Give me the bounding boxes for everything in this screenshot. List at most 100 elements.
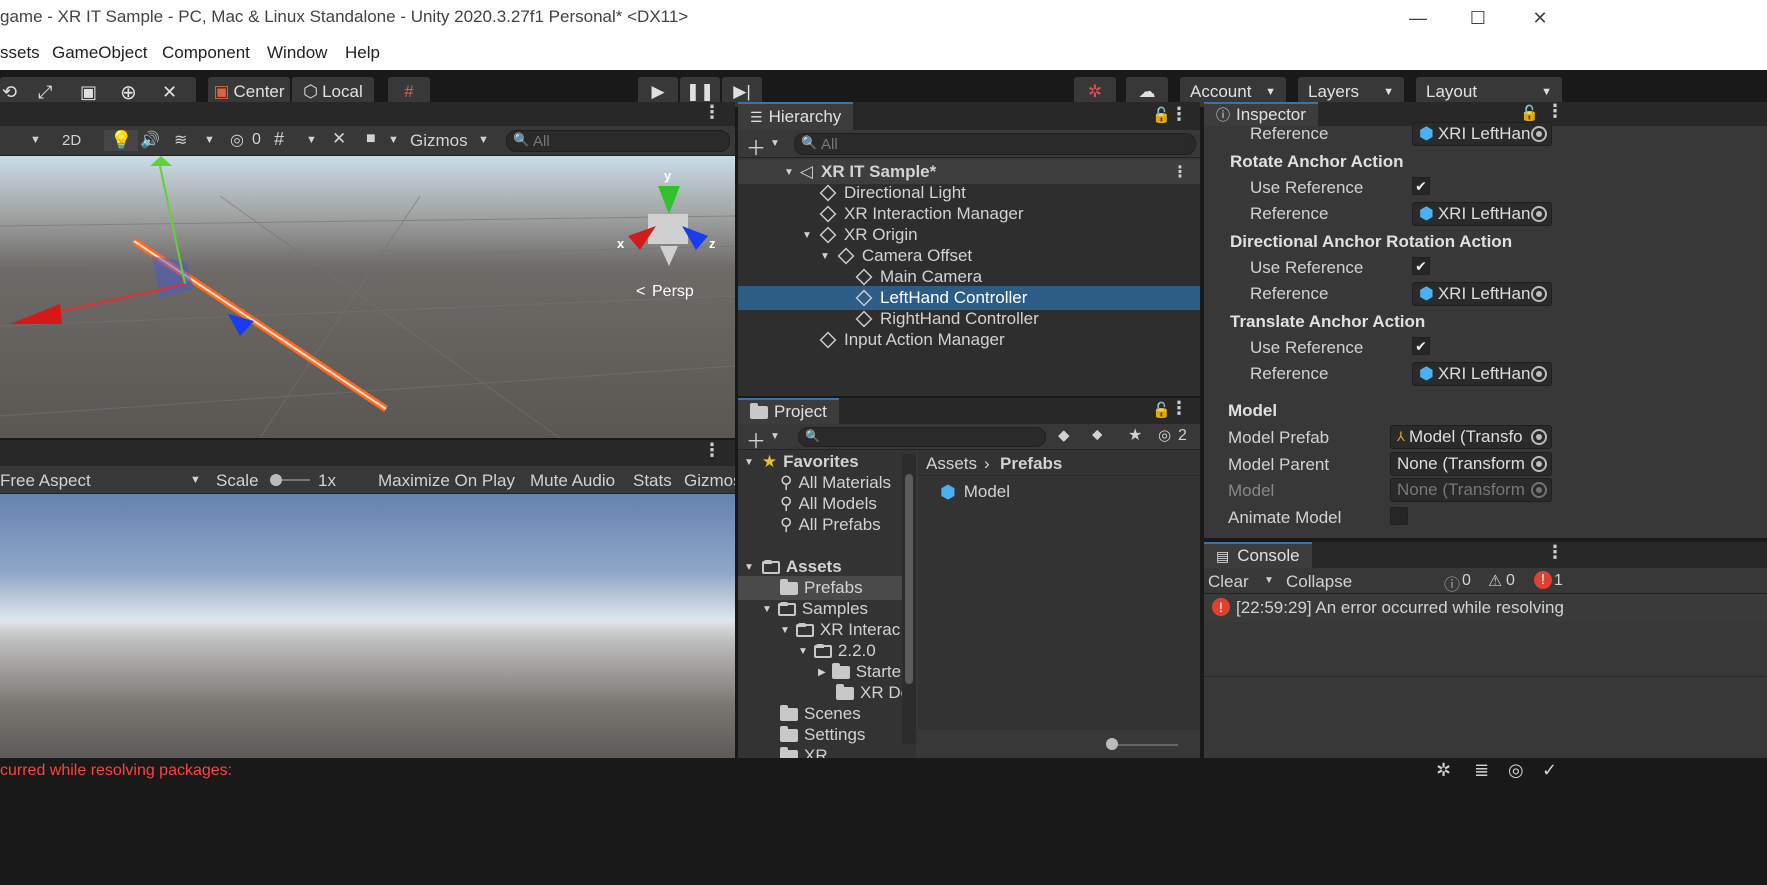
reference-object-field[interactable]: ⬢ XRI LeftHan <box>1412 362 1552 386</box>
kebab-menu-icon[interactable]: ⋮ <box>1546 542 1564 563</box>
kebab-menu-icon[interactable]: ⋮ <box>703 440 721 461</box>
maximize-button[interactable]: ☐ <box>1448 0 1508 36</box>
game-viewport[interactable] <box>0 494 735 758</box>
clear-button[interactable]: Clear <box>1208 572 1249 592</box>
menu-assets[interactable]: ssets <box>0 43 40 63</box>
object-picker-icon[interactable] <box>1531 366 1547 382</box>
object-picker-icon[interactable] <box>1531 429 1547 445</box>
perspective-text[interactable]: Persp <box>652 283 694 300</box>
game-gizmos-toggle[interactable]: Gizmos <box>684 471 735 491</box>
reference-object-field[interactable]: ⬢ XRI LeftHan <box>1412 122 1552 146</box>
object-picker-icon[interactable] <box>1531 286 1547 302</box>
kebab-menu-icon[interactable]: ⋮ <box>1172 162 1188 182</box>
inspector-tab[interactable]: ⓘ Inspector <box>1204 102 1318 126</box>
rect-tool-icon[interactable]: ▣ <box>80 82 97 103</box>
audio-toggle-icon[interactable]: 🔊 <box>140 130 160 150</box>
chevron-down-icon[interactable]: ▼ <box>306 134 317 146</box>
kebab-menu-icon[interactable]: ⋮ <box>1170 398 1188 419</box>
scale-tool-icon[interactable]: ⤢ <box>38 82 52 103</box>
grid-icon[interactable]: # <box>274 129 284 150</box>
maximize-on-play-toggle[interactable]: Maximize On Play <box>378 471 515 491</box>
perspective-label[interactable]: < <box>636 283 645 300</box>
lighting-toggle-icon[interactable]: 💡 <box>104 130 139 151</box>
filter-label-icon[interactable]: ⬥ <box>1092 426 1103 443</box>
object-picker-icon[interactable] <box>1531 206 1547 222</box>
use-reference-checkbox[interactable]: ✔ <box>1412 257 1430 275</box>
breadcrumb-prefabs[interactable]: Prefabs <box>1000 454 1062 474</box>
folder-xr[interactable]: XR <box>738 744 916 758</box>
lock-icon[interactable]: 🔓 <box>1152 401 1171 419</box>
chevron-down-icon[interactable]: ▼ <box>204 134 215 146</box>
expand-arrow-icon[interactable]: ▼ <box>744 457 754 468</box>
close-button[interactable]: ✕ <box>1510 0 1570 36</box>
console-tab[interactable]: ▤ Console <box>1204 542 1312 568</box>
menu-help[interactable]: Help <box>345 43 380 63</box>
object-picker-icon[interactable] <box>1531 456 1547 472</box>
model-prefab-field[interactable]: ⅄ Model (Transfo <box>1390 425 1552 449</box>
expand-arrow-icon[interactable]: ▼ <box>820 251 830 262</box>
transform-tool-icon[interactable]: ⊕ <box>120 80 137 105</box>
minimize-button[interactable]: — <box>1388 0 1448 36</box>
gizmos-button[interactable]: Gizmos <box>410 131 468 151</box>
aspect-dropdown[interactable]: Free Aspect <box>0 471 91 491</box>
use-reference-checkbox[interactable]: ✔ <box>1412 177 1430 195</box>
favorite-star-icon[interactable]: ★ <box>1128 425 1142 445</box>
scrollbar[interactable] <box>902 454 916 744</box>
chevron-down-icon[interactable]: ▼ <box>1264 575 1274 586</box>
collapse-button[interactable]: Collapse <box>1286 572 1352 592</box>
scale-slider-handle[interactable] <box>270 474 282 486</box>
filter-type-icon[interactable]: ◆ <box>1058 426 1070 444</box>
chevron-down-icon[interactable]: ▼ <box>190 474 201 486</box>
database-icon[interactable]: ≣ <box>1474 760 1489 781</box>
chevron-down-icon[interactable]: ▼ <box>478 134 489 146</box>
tools-icon[interactable]: ✕ <box>332 129 346 149</box>
zoom-slider-track[interactable] <box>1108 744 1178 746</box>
hierarchy-tab[interactable]: ☰ Hierarchy <box>738 102 854 130</box>
menu-window[interactable]: Window <box>267 43 327 63</box>
asset-model[interactable]: ⬢ Model <box>940 480 1010 504</box>
add-icon[interactable]: ＋ <box>746 132 766 161</box>
chevron-down-icon[interactable]: ▼ <box>770 431 780 442</box>
warning-icon[interactable]: ⚠ <box>1488 571 1502 591</box>
mode-2d-toggle[interactable]: 2D <box>62 132 81 149</box>
info-icon[interactable]: ⓘ <box>1444 571 1460 595</box>
breadcrumb-assets[interactable]: Assets <box>926 454 977 474</box>
reference-object-field[interactable]: ⬢ XRI LeftHan <box>1412 202 1552 226</box>
expand-arrow-icon[interactable]: ▼ <box>798 646 808 657</box>
status-message[interactable]: curred while resolving packages: <box>0 762 232 780</box>
rotate-tool-icon[interactable]: ⟲ <box>2 82 17 103</box>
progress-icon[interactable]: ◎ <box>1508 760 1524 781</box>
chevron-down-icon[interactable]: ▼ <box>388 134 399 146</box>
bug-icon[interactable]: ✲ <box>1436 760 1451 781</box>
reference-object-field[interactable]: ⬢ XRI LeftHan <box>1412 282 1552 306</box>
project-tab[interactable]: Project <box>738 398 839 424</box>
favorite-all-prefabs[interactable]: ⚲ All Prefabs <box>738 513 916 537</box>
hidden-packages-icon[interactable]: ◎ <box>1158 426 1171 444</box>
camera-icon[interactable]: ■ <box>366 130 376 148</box>
chevron-down-icon[interactable]: ▼ <box>770 138 780 149</box>
model-parent-field[interactable]: None (Transform <box>1390 452 1552 476</box>
expand-arrow-icon[interactable]: ▶ <box>818 667 826 678</box>
error-icon[interactable]: ! <box>1534 571 1552 589</box>
expand-arrow-icon[interactable]: ▼ <box>784 167 794 178</box>
lock-icon[interactable]: 🔓 <box>1152 106 1171 124</box>
kebab-menu-icon[interactable]: ⋮ <box>1170 104 1188 125</box>
object-picker-icon[interactable] <box>1531 126 1547 142</box>
visibility-icon[interactable]: ◎ <box>230 130 244 150</box>
kebab-menu-icon[interactable]: ⋮ <box>703 102 721 123</box>
project-search-input[interactable]: 🔍 <box>798 427 1046 447</box>
mute-audio-toggle[interactable]: Mute Audio <box>530 471 615 491</box>
custom-tool-icon[interactable]: ✕ <box>162 82 177 103</box>
expand-arrow-icon[interactable]: ▼ <box>780 625 790 636</box>
lock-icon[interactable]: 🔓 <box>1520 104 1539 122</box>
expand-arrow-icon[interactable]: ▼ <box>744 562 754 573</box>
scene-search-input[interactable]: 🔍 All <box>506 130 730 152</box>
scrollbar-thumb[interactable] <box>905 474 913 684</box>
zoom-slider-handle[interactable] <box>1106 738 1118 750</box>
scene-viewport[interactable]: x y z < Persp <box>0 156 735 438</box>
expand-arrow-icon[interactable]: ▼ <box>762 604 772 615</box>
effects-icon[interactable]: ≋ <box>174 130 187 150</box>
expand-arrow-icon[interactable]: ▼ <box>802 230 812 241</box>
console-entry[interactable]: ! [22:59:29] An error occurred while res… <box>1204 594 1767 622</box>
hierarchy-search-input[interactable]: 🔍 All <box>794 133 1196 155</box>
